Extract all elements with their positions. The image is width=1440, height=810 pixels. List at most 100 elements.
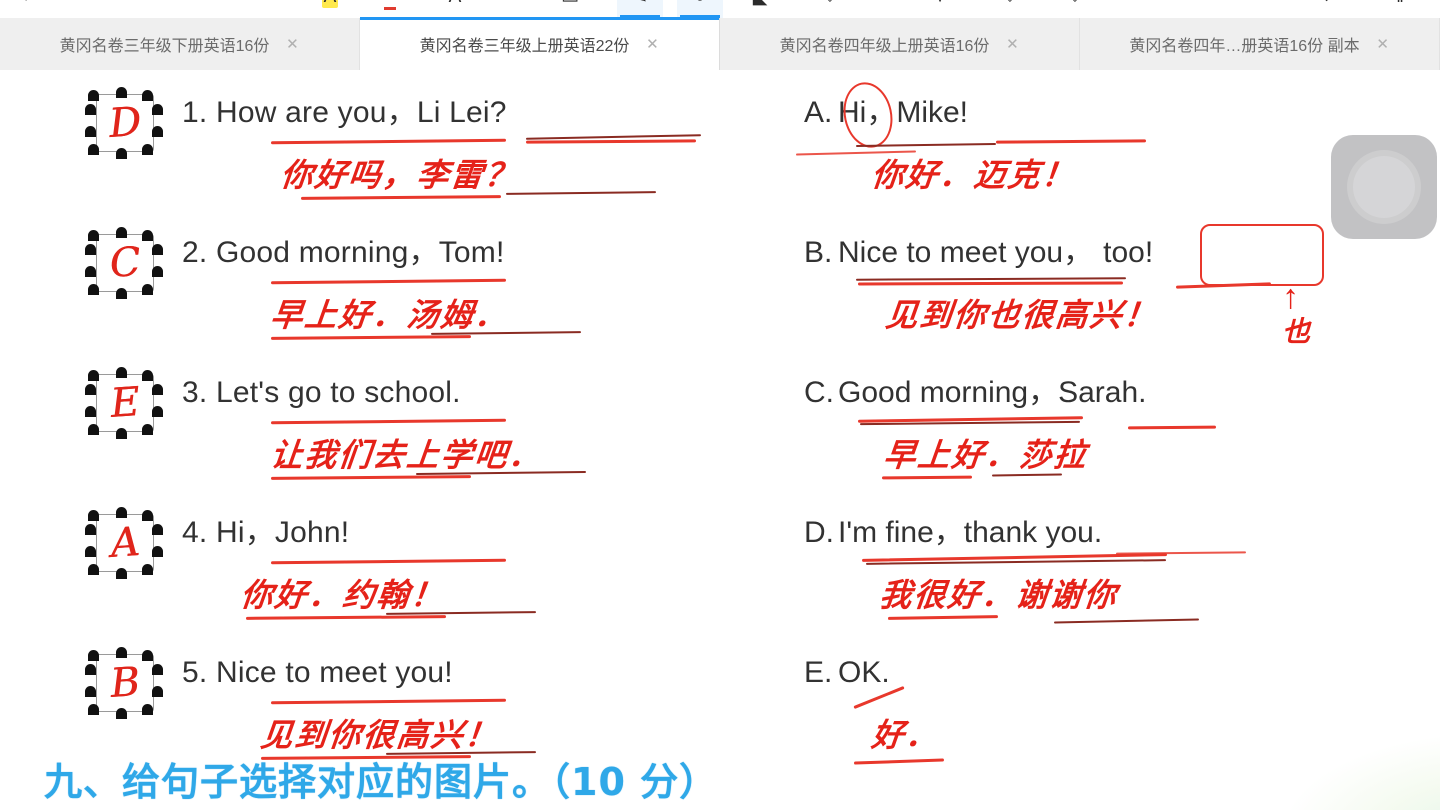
option-english: Good morning，Sarah. bbox=[838, 376, 1147, 409]
worksheet-page: D 1. How are you，Li Lei? 你好吗，李雷？ C 2. Good mor… bbox=[0, 70, 1440, 810]
pause-icon[interactable]: ‖ bbox=[1377, 0, 1423, 18]
dashed-select-icon-glyph: ⌐ bbox=[24, 0, 35, 8]
pen-tip-outline-icon[interactable]: ⌵ bbox=[987, 0, 1033, 18]
red-stamp-icon[interactable]: ● bbox=[677, 0, 723, 18]
document-tab-4[interactable]: 黄冈名卷四年…册英语16份 副本 ✕ bbox=[1080, 18, 1440, 70]
option-letter: E. bbox=[804, 656, 833, 689]
yellow-highlighter-icon-glyph: ▼ bbox=[931, 0, 950, 8]
text-a-icon-glyph: A bbox=[449, 0, 462, 8]
red-underline-stroke bbox=[995, 139, 1147, 144]
pen-tip-outline2-icon[interactable]: ⌵ bbox=[1052, 0, 1098, 18]
assistive-touch-ring bbox=[1353, 156, 1415, 218]
red-box-mark bbox=[1200, 224, 1324, 286]
handwritten-chinese-translation: 见到你也很高兴！ bbox=[883, 296, 1160, 334]
red-underline-stroke bbox=[1175, 282, 1272, 289]
question-english: Hi，John! bbox=[216, 516, 350, 549]
answer-box: E bbox=[85, 367, 164, 439]
question-number: 3. bbox=[182, 376, 208, 409]
handwritten-answer-letter: E bbox=[108, 379, 142, 427]
question-english: Let's go to school. bbox=[216, 376, 461, 409]
text-a-icon[interactable]: A bbox=[432, 0, 478, 18]
eraser-icon-glyph: ◣ bbox=[753, 0, 768, 9]
undo-arrow-icon[interactable]: ↩ bbox=[1307, 0, 1353, 18]
option-letter: C. bbox=[804, 376, 834, 409]
red-underline-stroke bbox=[525, 139, 697, 144]
red-underline-stroke bbox=[385, 611, 537, 615]
red-underline-stroke bbox=[270, 475, 472, 480]
red-underline-stroke bbox=[853, 758, 945, 765]
red-underline-stroke bbox=[1115, 551, 1247, 555]
option-row: C. Good morning，Sarah. 早上好．莎拉 bbox=[796, 368, 1356, 508]
question-number: 5. bbox=[182, 656, 208, 689]
close-icon[interactable]: ✕ bbox=[645, 37, 659, 52]
handwritten-chinese-translation: 你好．迈克！ bbox=[869, 156, 1078, 194]
question-number: 2. bbox=[182, 236, 208, 269]
option-letter: A. bbox=[804, 96, 833, 129]
handwritten-chinese-translation: 你好吗，李雷？ bbox=[278, 156, 521, 194]
handwritten-answer-letter: B bbox=[108, 659, 142, 707]
option-row: D. I'm fine，thank you. 我很好．谢谢你 bbox=[796, 508, 1356, 648]
option-row: A. Hi，Mike! 你好．迈克！ bbox=[795, 77, 1356, 228]
handwritten-answer-letter: A bbox=[108, 519, 142, 567]
document-tab-1[interactable]: 黄冈名卷三年级下册英语16份 ✕ bbox=[0, 18, 360, 70]
question-english: Nice to meet you! bbox=[216, 656, 453, 689]
question-text: 2. Good morning，Tom! bbox=[182, 228, 726, 269]
document-tab-bar: 黄冈名卷三年级下册英语16份 ✕ 黄冈名卷三年级上册英语22份 ✕ 黄冈名卷四年级上册英… bbox=[0, 17, 1440, 71]
document-tab-label: 黄冈名卷四年级上册英语16份 bbox=[779, 38, 990, 55]
toolbar-icon-row: ⌐ A A A ▭ ✎ ● ◣ ⌵ ▼ ⌵ ⌵ ↩ ‖ bbox=[0, 0, 1440, 18]
close-icon[interactable]: ✕ bbox=[1005, 37, 1019, 52]
document-tab-3[interactable]: 黄冈名卷四年级上册英语16份 ✕ bbox=[720, 18, 1080, 70]
eraser-icon[interactable]: ◣ bbox=[737, 0, 783, 18]
document-tab-label: 黄冈名卷三年级上册英语22份 bbox=[419, 38, 630, 55]
answer-box: A bbox=[85, 507, 164, 579]
option-english: OK. bbox=[838, 656, 890, 689]
dashed-select-icon[interactable]: ⌐ bbox=[7, 0, 53, 18]
option-text: D. I'm fine，thank you. bbox=[804, 516, 1102, 549]
handwritten-answer-letter: D bbox=[107, 98, 143, 148]
red-underline-stroke bbox=[245, 615, 447, 620]
handwritten-answer-letter: C bbox=[108, 238, 142, 288]
red-underline-stroke bbox=[1127, 425, 1217, 430]
document-tab-2[interactable]: 黄冈名卷三年级上册英语22份 ✕ bbox=[360, 17, 720, 70]
insert-caret-icon: ↑ bbox=[1282, 278, 1299, 316]
answer-box: D bbox=[85, 87, 164, 159]
option-english-boxed: too! bbox=[1103, 236, 1154, 269]
question-number: 1. bbox=[182, 96, 208, 129]
question-english: How are you，Li Lei? bbox=[216, 96, 507, 129]
handwritten-chinese-translation: 好． bbox=[869, 716, 942, 754]
editor-toolbar: ⌐ A A A ▭ ✎ ● ◣ ⌵ ▼ ⌵ ⌵ ↩ ‖ bbox=[0, 0, 1440, 18]
red-underline-stroke bbox=[270, 698, 507, 705]
handwritten-chinese-translation: 让我们去上学吧． bbox=[268, 436, 545, 474]
note-page-icon[interactable]: ▭ bbox=[547, 0, 593, 18]
option-text: C. Good morning，Sarah. bbox=[804, 376, 1147, 409]
underline-a-icon[interactable]: A bbox=[367, 0, 413, 18]
option-english: Nice to meet you， bbox=[838, 236, 1094, 269]
red-underline-stroke bbox=[505, 191, 657, 195]
option-row: B. Nice to meet you， too! ↑ 也 见到你也很高兴！ bbox=[796, 224, 1356, 368]
document-tab-label: 黄冈名卷三年级下册英语16份 bbox=[59, 38, 270, 55]
red-underline-stroke bbox=[300, 195, 502, 200]
highlight-a-icon[interactable]: A bbox=[307, 0, 353, 18]
document-tab-label: 黄冈名卷四年…册英语16份 副本 bbox=[1129, 38, 1360, 55]
red-underline-stroke bbox=[857, 281, 1124, 286]
red-underline-stroke bbox=[991, 473, 1063, 477]
red-underline-stroke bbox=[270, 278, 507, 285]
pen-icon-glyph: ✎ bbox=[632, 0, 648, 9]
yellow-highlighter-icon[interactable]: ▼ bbox=[917, 0, 963, 18]
red-underline-stroke bbox=[270, 138, 507, 145]
red-underline-stroke bbox=[270, 418, 507, 425]
pen-icon[interactable]: ✎ bbox=[617, 0, 663, 18]
close-icon[interactable]: ✕ bbox=[1376, 37, 1390, 52]
red-underline-stroke bbox=[887, 615, 999, 620]
answer-box: C bbox=[85, 227, 164, 299]
pen-tip-outline-icon-glyph: ⌵ bbox=[1003, 0, 1017, 8]
question-row: E 3. Let's go to school. 让我们去上学吧． bbox=[85, 367, 726, 508]
option-english: I'm fine，thank you. bbox=[838, 516, 1103, 549]
answer-box: B bbox=[85, 647, 164, 719]
option-letter: D. bbox=[804, 516, 834, 549]
close-icon[interactable]: ✕ bbox=[285, 37, 299, 52]
marker-tip-icon[interactable]: ⌵ bbox=[807, 0, 853, 18]
assistive-touch-button[interactable] bbox=[1331, 135, 1437, 239]
red-circle-mark bbox=[837, 77, 899, 153]
question-row: C 2. Good morning，Tom! 早上好．汤姆． bbox=[85, 227, 726, 368]
